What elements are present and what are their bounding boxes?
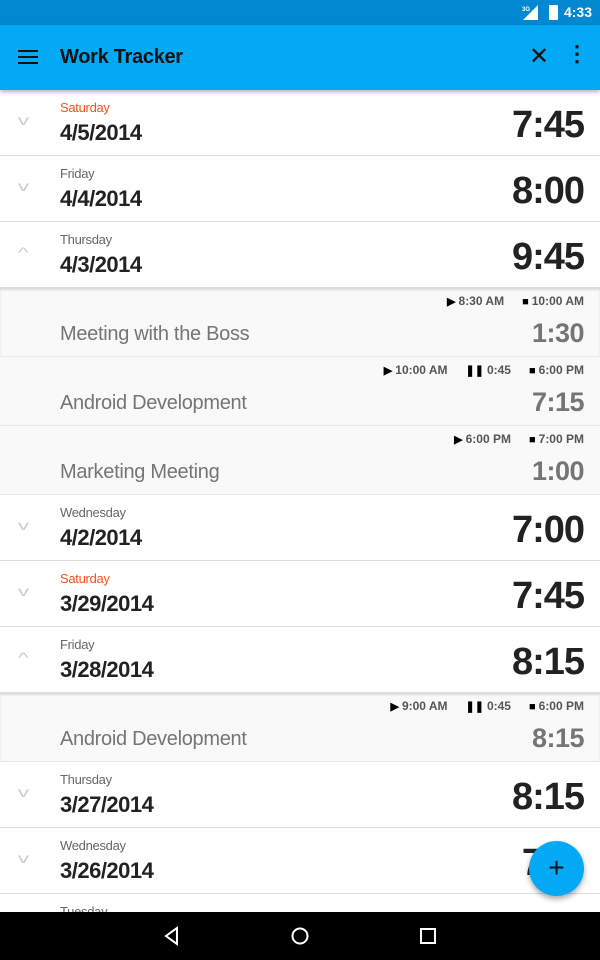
chevron-down-icon[interactable]: v bbox=[18, 850, 29, 866]
app-title: Work Tracker bbox=[60, 46, 183, 68]
back-icon[interactable] bbox=[162, 926, 182, 946]
day-total: 7:45 bbox=[511, 104, 585, 146]
task-times: ▶ 9:00 AM ❚❚ 0:45 ■ 6:00 PM bbox=[390, 699, 584, 713]
start-time: 10:00 AM bbox=[395, 363, 448, 377]
weekday-label: Wednesday bbox=[60, 505, 126, 520]
stop-icon: ■ bbox=[528, 434, 536, 446]
signal-icon: 3G bbox=[522, 5, 538, 20]
pause-duration: 0:45 bbox=[486, 699, 511, 713]
start-time: 6:00 PM bbox=[465, 432, 511, 446]
chevron-down-icon[interactable]: v bbox=[18, 178, 29, 194]
task-row[interactable]: ▶ 10:00 AM ❚❚ 0:45 ■ 6:00 PM Android Develo… bbox=[0, 357, 600, 426]
day-total: 9:45 bbox=[511, 236, 585, 278]
task-duration: 8:15 bbox=[531, 723, 585, 753]
date-label: 3/26/2014 bbox=[60, 858, 154, 883]
day-row[interactable]: v Wednesday 4/2/2014 7:00 bbox=[0, 495, 600, 561]
more-vert-icon[interactable]: ⋮ bbox=[566, 43, 588, 65]
end-time: 6:00 PM bbox=[538, 699, 584, 713]
task-times: ▶ 10:00 AM ❚❚ 0:45 ■ 6:00 PM bbox=[384, 363, 584, 377]
task-times: ▶ 8:30 AM ■ 10:00 AM bbox=[447, 294, 584, 308]
stop-icon: ■ bbox=[522, 296, 529, 308]
task-name: Android Development bbox=[60, 392, 247, 414]
play-icon: ▶ bbox=[390, 701, 399, 713]
navigation-bar bbox=[0, 912, 600, 960]
chevron-down-icon[interactable]: v bbox=[18, 583, 29, 599]
play-icon: ▶ bbox=[447, 296, 456, 308]
date-label: 4/5/2014 bbox=[60, 120, 142, 145]
weekday-label: Saturday bbox=[60, 100, 110, 115]
chevron-up-icon[interactable]: ^ bbox=[18, 649, 29, 665]
weekday-label: Thursday bbox=[60, 772, 112, 787]
task-name: Meeting with the Boss bbox=[60, 323, 250, 345]
day-row[interactable]: v Saturday 4/5/2014 7:45 bbox=[0, 90, 600, 156]
task-row[interactable]: ▶ 9:00 AM ❚❚ 0:45 ■ 6:00 PM Android Develop… bbox=[0, 693, 600, 762]
task-row[interactable]: ▶ 8:30 AM ■ 10:00 AM Meeting with the Boss… bbox=[0, 288, 600, 357]
date-label: 3/27/2014 bbox=[60, 792, 154, 817]
start-time: 8:30 AM bbox=[458, 294, 505, 308]
day-list[interactable]: v Saturday 4/5/2014 7:45 v Friday 4/4/20… bbox=[0, 90, 600, 960]
day-total: 7:00 bbox=[511, 509, 585, 551]
weekday-label: Friday bbox=[60, 637, 95, 652]
date-label: 3/29/2014 bbox=[60, 591, 154, 616]
battery-icon bbox=[549, 5, 558, 20]
chevron-up-icon[interactable]: ^ bbox=[18, 244, 29, 260]
pause-icon: ❚❚ bbox=[465, 701, 484, 713]
start-time: 9:00 AM bbox=[401, 699, 448, 713]
menu-icon[interactable] bbox=[18, 50, 38, 64]
task-times: ▶ 6:00 PM ■ 7:00 PM bbox=[454, 432, 584, 446]
end-time: 7:00 PM bbox=[538, 432, 584, 446]
recents-icon[interactable] bbox=[418, 926, 438, 946]
day-row[interactable]: v Thursday 3/27/2014 8:15 bbox=[0, 762, 600, 828]
svg-text:3G: 3G bbox=[522, 7, 530, 13]
add-entry-button[interactable]: + bbox=[529, 841, 584, 896]
pause-duration: 0:45 bbox=[486, 363, 511, 377]
day-row[interactable]: ^ Friday 3/28/2014 8:15 bbox=[0, 627, 600, 693]
day-total: 7:45 bbox=[511, 575, 585, 617]
close-icon[interactable]: ✕ bbox=[529, 42, 549, 71]
day-row[interactable]: v Friday 4/4/2014 8:00 bbox=[0, 156, 600, 222]
end-time: 6:00 PM bbox=[538, 363, 584, 377]
stop-icon: ■ bbox=[528, 701, 536, 713]
day-row[interactable]: ^ Thursday 4/3/2014 9:45 bbox=[0, 222, 600, 288]
day-total: 8:00 bbox=[511, 170, 585, 212]
app-bar: Work Tracker ✕ ⋮ bbox=[0, 25, 600, 90]
weekday-label: Thursday bbox=[60, 232, 112, 247]
clock: 4:33 bbox=[563, 4, 592, 20]
day-total: 8:15 bbox=[511, 641, 585, 683]
pause-icon: ❚❚ bbox=[465, 365, 484, 377]
play-icon: ▶ bbox=[383, 365, 393, 377]
day-row[interactable]: v Wednesday 3/26/2014 7 bbox=[0, 828, 600, 894]
day-total: 8:15 bbox=[511, 776, 585, 818]
task-duration: 7:15 bbox=[531, 387, 585, 417]
chevron-down-icon[interactable]: v bbox=[18, 112, 29, 128]
weekday-label: Wednesday bbox=[60, 838, 126, 853]
task-row[interactable]: ▶ 6:00 PM ■ 7:00 PM Marketing Meeting 1:00 bbox=[0, 426, 600, 495]
task-name: Android Development bbox=[60, 728, 247, 750]
chevron-down-icon[interactable]: v bbox=[18, 784, 29, 800]
weekday-label: Friday bbox=[60, 166, 95, 181]
stop-icon: ■ bbox=[528, 365, 536, 377]
chevron-down-icon[interactable]: v bbox=[18, 517, 29, 533]
date-label: 4/2/2014 bbox=[60, 525, 142, 550]
play-icon: ▶ bbox=[454, 434, 463, 446]
end-time: 10:00 AM bbox=[531, 294, 584, 308]
task-duration: 1:00 bbox=[531, 456, 585, 486]
weekday-label: Saturday bbox=[60, 571, 110, 586]
status-bar: 3G 4:33 bbox=[0, 0, 600, 25]
date-label: 3/28/2014 bbox=[60, 657, 154, 682]
home-icon[interactable] bbox=[290, 926, 310, 946]
task-name: Marketing Meeting bbox=[60, 461, 220, 483]
date-label: 4/3/2014 bbox=[60, 252, 142, 277]
task-duration: 1:30 bbox=[531, 318, 585, 348]
day-row[interactable]: v Saturday 3/29/2014 7:45 bbox=[0, 561, 600, 627]
date-label: 4/4/2014 bbox=[60, 186, 142, 211]
